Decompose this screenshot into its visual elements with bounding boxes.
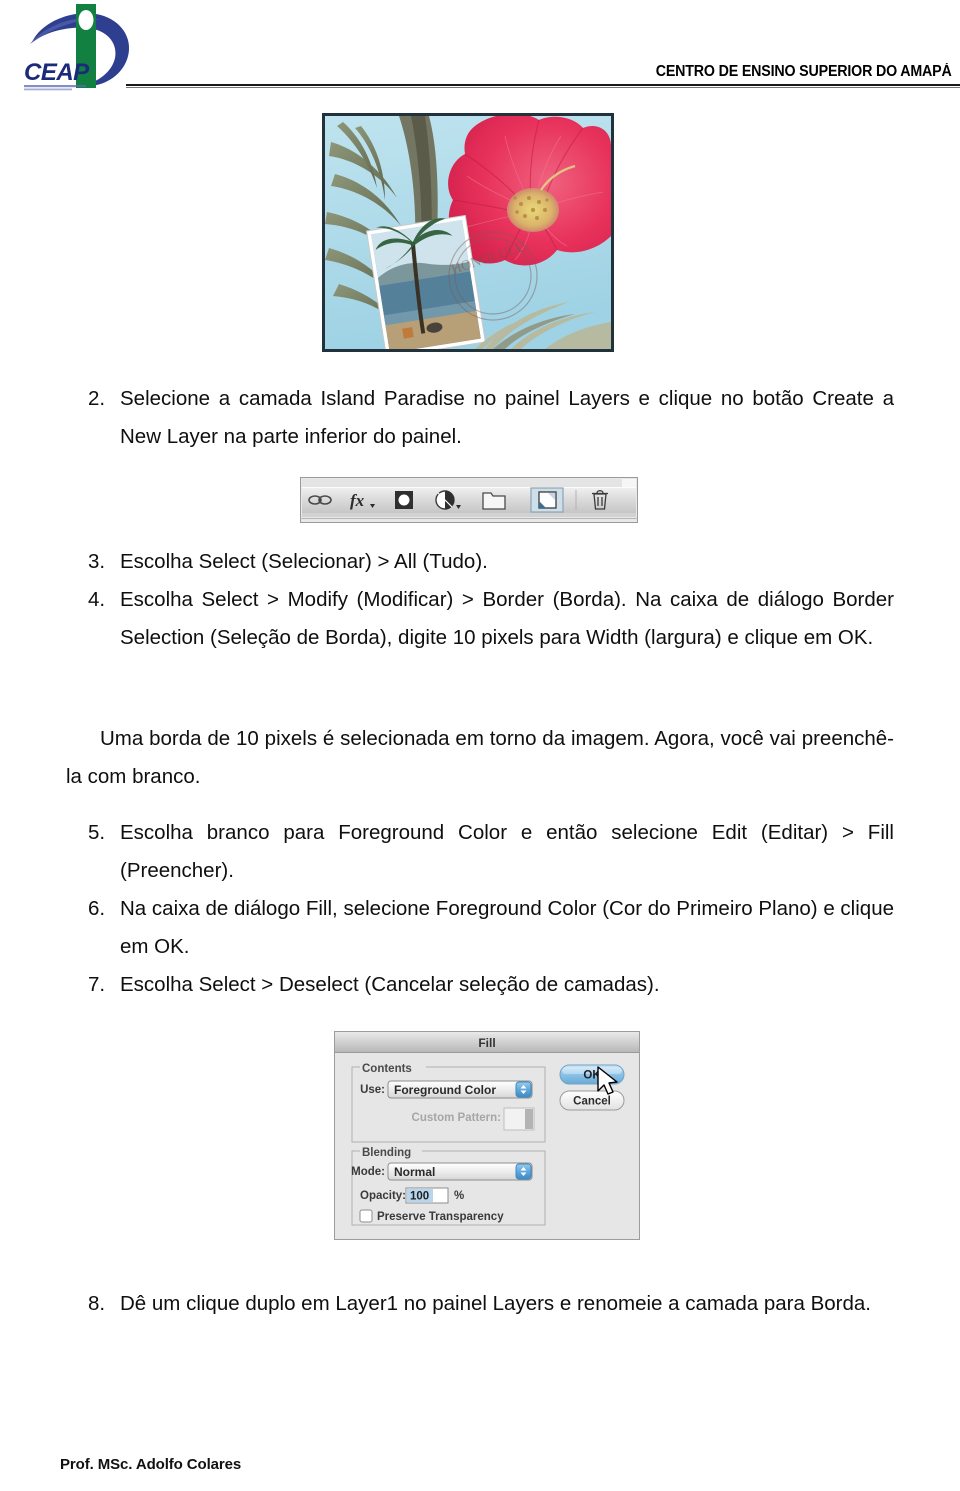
step-text: Escolha Select > Modify (Modificar) > Bo… bbox=[120, 588, 894, 649]
step-number: 4. bbox=[88, 588, 106, 611]
fill-dialog-svg[interactable]: Fill Contents Use: Foreground Color Cust… bbox=[334, 1031, 640, 1240]
steps-list-c: 5. Escolha branco para Foreground Color … bbox=[66, 814, 894, 890]
layers-panel-toolbar-figure: fx bbox=[300, 477, 638, 523]
fill-dialog-title: Fill bbox=[478, 1036, 495, 1050]
steps-list-e: 8. Dê um clique duplo em Layer1 no paine… bbox=[66, 1285, 894, 1323]
step-text: Escolha Select > Deselect (Cancelar sele… bbox=[120, 973, 660, 996]
step-text: Dê um clique duplo em Layer1 no painel L… bbox=[120, 1292, 871, 1315]
create-new-layer-icon bbox=[530, 487, 564, 513]
list-item: 4. Escolha Select > Modify (Modificar) >… bbox=[66, 581, 894, 657]
use-value: Foreground Color bbox=[394, 1083, 496, 1097]
layer-mask-icon bbox=[395, 491, 413, 509]
list-item: 7. Escolha Select > Deselect (Cancelar s… bbox=[66, 966, 894, 1004]
note-block: Uma borda de 10 pixels é selecionada em … bbox=[66, 720, 894, 796]
opacity-unit: % bbox=[454, 1190, 464, 1202]
list-item: 5. Escolha branco para Foreground Color … bbox=[66, 814, 894, 890]
step-number: 5. bbox=[88, 821, 106, 844]
blending-group-label: Blending bbox=[362, 1147, 411, 1159]
step-number: 8. bbox=[88, 1292, 106, 1315]
header-divider-secondary bbox=[126, 87, 960, 88]
mode-label: Mode: bbox=[351, 1166, 385, 1178]
svg-text:CEAP: CEAP bbox=[24, 59, 90, 86]
step-block-6-7: 6. Na caixa de diálogo Fill, selecione F… bbox=[66, 890, 894, 1004]
use-label: Use: bbox=[360, 1084, 385, 1096]
new-group-icon bbox=[482, 492, 506, 510]
layers-toolbar-svg: fx bbox=[300, 477, 638, 523]
step-number: 7. bbox=[88, 973, 106, 996]
step-block-8: 8. Dê um clique duplo em Layer1 no paine… bbox=[66, 1285, 894, 1323]
step-text: Selecione a camada Island Paradise no pa… bbox=[120, 387, 894, 448]
steps-list-d: 6. Na caixa de diálogo Fill, selecione F… bbox=[66, 890, 894, 1004]
custom-pattern-swatch bbox=[503, 1107, 535, 1131]
list-item: 2. Selecione a camada Island Paradise no… bbox=[66, 380, 894, 456]
opacity-input: 100 bbox=[405, 1187, 449, 1204]
opacity-value: 100 bbox=[410, 1191, 429, 1203]
step-text: Escolha branco para Foreground Color e e… bbox=[120, 821, 894, 882]
list-item: 8. Dê um clique duplo em Layer1 no paine… bbox=[66, 1285, 894, 1323]
step-text: Na caixa de diálogo Fill, selecione Fore… bbox=[120, 897, 894, 958]
step-block-2: 2. Selecione a camada Island Paradise no… bbox=[66, 380, 894, 456]
list-item: 6. Na caixa de diálogo Fill, selecione F… bbox=[66, 890, 894, 966]
mode-value: Normal bbox=[394, 1165, 435, 1179]
header-divider bbox=[126, 84, 960, 86]
custom-pattern-label: Custom Pattern: bbox=[412, 1112, 501, 1124]
step-text: Escolha Select (Selecionar) > All (Tudo)… bbox=[120, 550, 488, 573]
step-number: 3. bbox=[88, 550, 106, 573]
use-dropdown: Foreground Color bbox=[387, 1080, 533, 1099]
note-paragraph: Uma borda de 10 pixels é selecionada em … bbox=[66, 727, 894, 788]
ceap-logo: CEAP bbox=[22, 2, 142, 94]
island-paradise-figure: HONOLULU bbox=[322, 113, 614, 352]
svg-text:fx: fx bbox=[350, 491, 365, 510]
mode-dropdown: Normal bbox=[387, 1162, 533, 1181]
preserve-transparency-checkbox bbox=[359, 1209, 373, 1223]
cancel-button: Cancel bbox=[559, 1090, 625, 1111]
fill-dialog-figure: Fill Contents Use: Foreground Color Cust… bbox=[334, 1031, 640, 1240]
ceap-logo-svg: CEAP bbox=[24, 4, 130, 91]
step-number: 2. bbox=[88, 387, 106, 410]
footer-author: Prof. MSc. Adolfo Colares bbox=[60, 1456, 242, 1473]
steps-list-a: 2. Selecione a camada Island Paradise no… bbox=[66, 380, 894, 456]
list-item: 3. Escolha Select (Selecionar) > All (Tu… bbox=[66, 543, 894, 581]
steps-list-b: 3. Escolha Select (Selecionar) > All (Tu… bbox=[66, 543, 894, 657]
step-number: 6. bbox=[88, 897, 106, 920]
opacity-label: Opacity: bbox=[360, 1190, 406, 1202]
cancel-button-label: Cancel bbox=[573, 1096, 611, 1108]
preserve-transparency-label: Preserve Transparency bbox=[377, 1211, 504, 1223]
island-paradise-artwork: HONOLULU bbox=[325, 116, 611, 349]
step-block-3-4: 3. Escolha Select (Selecionar) > All (Tu… bbox=[66, 543, 894, 657]
page-header: CEAP CENTRO DE ENSINO SUPERIOR DO AMAPÁ bbox=[0, 0, 960, 100]
contents-group-label: Contents bbox=[362, 1063, 412, 1075]
page-title: CENTRO DE ENSINO SUPERIOR DO AMAPÁ bbox=[656, 63, 952, 80]
step-block-5: 5. Escolha branco para Foreground Color … bbox=[66, 814, 894, 890]
